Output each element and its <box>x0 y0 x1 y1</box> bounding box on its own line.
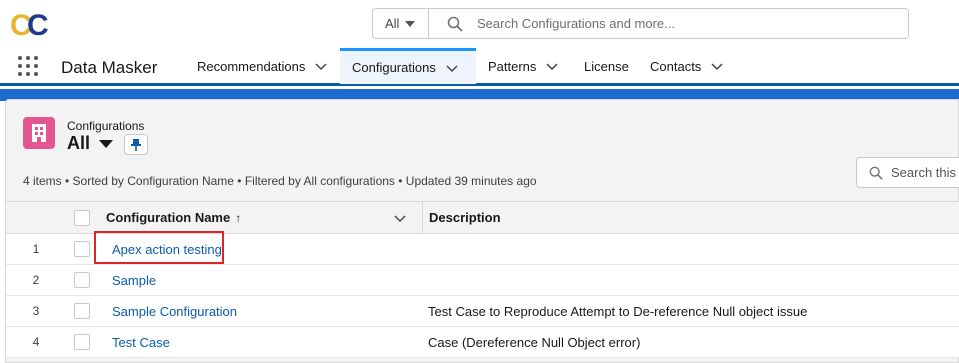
nav-item-label: License <box>584 58 629 74</box>
name-cell: Test Case <box>106 327 412 357</box>
building-icon <box>32 124 46 142</box>
description-cell <box>422 265 959 295</box>
pin-icon <box>131 138 141 151</box>
list-view-meta: 4 items • Sorted by Configuration Name •… <box>23 174 537 188</box>
table-row: 2 Sample <box>6 265 959 296</box>
row-select-cell <box>74 234 94 264</box>
row-select-cell <box>74 327 94 357</box>
chevron-down-icon[interactable] <box>446 62 458 74</box>
row-checkbox[interactable] <box>74 303 90 319</box>
nav-item-label: Configurations <box>352 60 436 75</box>
sort-ascending-icon: ↑ <box>235 210 242 225</box>
search-scope-label: All <box>385 16 400 31</box>
column-header-description[interactable]: Description <box>422 202 959 233</box>
table-row: 3 Sample Configuration Test Case to Repr… <box>6 296 959 327</box>
nav-item-configurations[interactable]: Configurations <box>340 48 476 84</box>
list-view-card: Configurations All 4 items • Sorted by C… <box>5 99 959 363</box>
record-link[interactable]: Test Case <box>112 335 170 350</box>
description-text: Case (Dereference Null Object error) <box>428 334 641 350</box>
name-cell: Apex action testing <box>106 234 412 264</box>
description-cell <box>422 234 959 264</box>
caret-down-icon <box>405 20 416 27</box>
chevron-down-icon[interactable] <box>394 212 406 224</box>
record-link[interactable]: Apex action testing <box>112 242 222 257</box>
nav-item-patterns[interactable]: Patterns <box>476 48 570 84</box>
row-select-cell <box>74 296 94 326</box>
name-cell: Sample <box>106 265 412 295</box>
pin-list-view-button[interactable] <box>124 134 148 155</box>
svg-text:C: C <box>27 9 49 40</box>
record-link[interactable]: Sample <box>112 273 156 288</box>
row-checkbox[interactable] <box>74 241 90 257</box>
list-view-selector[interactable]: All <box>67 133 114 154</box>
nav-item-label: Recommendations <box>197 58 306 74</box>
row-number: 4 <box>32 335 40 349</box>
description-text: Test Case to Reproduce Attempt to De-ref… <box>428 303 808 319</box>
chevron-down-icon[interactable] <box>315 60 327 72</box>
description-cell: Test Case to Reproduce Attempt to De-ref… <box>422 296 959 326</box>
app-launcher-icon[interactable] <box>18 56 38 76</box>
nav-item-license[interactable]: License <box>572 48 641 84</box>
table-header-row: Configuration Name ↑ Description <box>6 201 959 234</box>
description-cell: Case (Dereference Null Object error) <box>422 327 959 357</box>
app-name: Data Masker <box>61 58 158 77</box>
configuration-object-icon <box>23 117 55 149</box>
row-number: 2 <box>32 273 40 287</box>
list-search-placeholder: Search this li <box>891 165 959 180</box>
search-input[interactable]: Search Configurations and more... <box>477 16 675 31</box>
nav-item-recommendations[interactable]: Recommendations <box>185 48 339 84</box>
column-header-configuration-name[interactable]: Configuration Name ↑ <box>106 202 412 233</box>
row-checkbox[interactable] <box>74 334 90 350</box>
row-number: 1 <box>32 242 40 256</box>
nav-item-contacts[interactable]: Contacts <box>638 48 735 84</box>
nav-item-label: Contacts <box>650 58 702 74</box>
select-all-cell <box>74 202 94 233</box>
column-header-label: Description <box>429 210 501 225</box>
column-header-label: Configuration Name <box>106 210 231 225</box>
global-header: C C All Search Configurations and more..… <box>0 0 959 48</box>
row-select-cell <box>74 265 94 295</box>
record-link[interactable]: Sample Configuration <box>112 304 237 319</box>
object-label: Configurations <box>67 119 145 133</box>
nav-item-label: Patterns <box>488 58 537 74</box>
chevron-down-icon[interactable] <box>546 60 558 72</box>
caret-down-icon <box>99 139 114 148</box>
row-number: 3 <box>32 304 40 318</box>
app-logo[interactable]: C C <box>10 8 50 40</box>
row-checkbox[interactable] <box>74 272 90 288</box>
table-row: 1 Apex action testing <box>6 231 959 265</box>
table-row: 4 Test Case Case (Dereference Null Objec… <box>6 327 959 358</box>
name-cell: Sample Configuration <box>106 296 412 326</box>
search-icon <box>447 16 463 31</box>
list-search-input[interactable]: Search this li <box>856 157 959 188</box>
global-search[interactable]: All Search Configurations and more... <box>372 8 909 39</box>
records-table: Configuration Name ↑ Description 1 Apex … <box>6 201 959 358</box>
app-nav-bar: Data Masker Recommendations Configuratio… <box>0 48 959 86</box>
list-view-name: All <box>67 133 91 153</box>
search-icon <box>869 166 883 179</box>
search-scope-dropdown[interactable]: All <box>373 9 429 38</box>
chevron-down-icon[interactable] <box>711 60 723 72</box>
select-all-checkbox[interactable] <box>74 209 90 226</box>
